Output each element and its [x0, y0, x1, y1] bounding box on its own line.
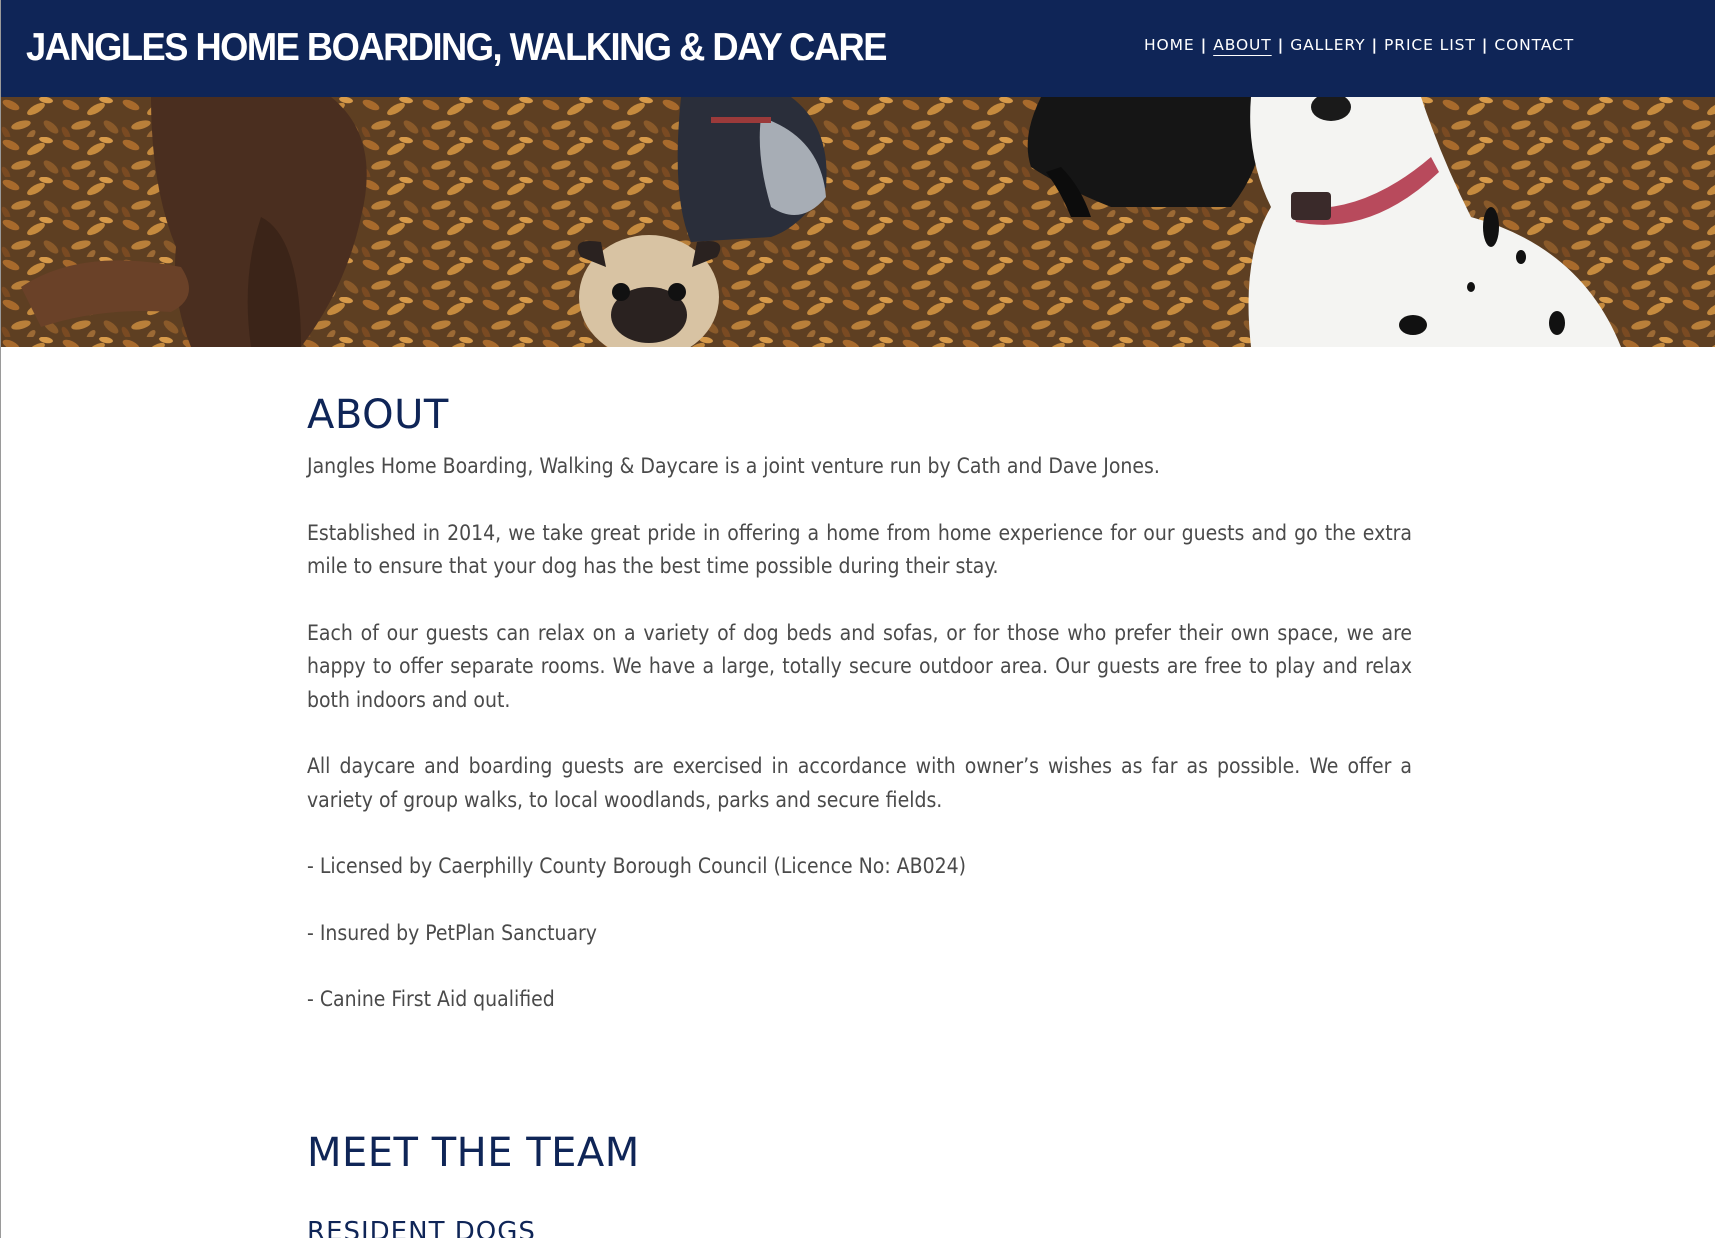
- nav-price-list[interactable]: PRICE LIST: [1384, 36, 1476, 54]
- nav-about[interactable]: ABOUT: [1213, 36, 1271, 54]
- nav-home[interactable]: HOME: [1144, 36, 1195, 54]
- site-title[interactable]: JANGLES HOME BOARDING, WALKING & DAY CAR…: [26, 22, 887, 74]
- nav-contact[interactable]: CONTACT: [1494, 36, 1574, 54]
- nav-separator: |: [1277, 36, 1285, 54]
- banner-image: [1, 97, 1715, 347]
- nav-gallery[interactable]: GALLERY: [1290, 36, 1365, 54]
- about-heading: ABOUT: [307, 392, 449, 438]
- insurance-item: - Insured by PetPlan Sanctuary: [307, 920, 597, 945]
- site-header: JANGLES HOME BOARDING, WALKING & DAY CAR…: [1, 0, 1715, 97]
- dogs-photo-icon: [1, 97, 1715, 347]
- main-nav: HOME | ABOUT | GALLERY | PRICE LIST | CO…: [1144, 36, 1574, 54]
- about-paragraph: All daycare and boarding guests are exer…: [307, 754, 1412, 812]
- about-paragraph: Jangles Home Boarding, Walking & Daycare…: [307, 454, 1160, 478]
- about-paragraph: Established in 2014, we take great pride…: [307, 520, 1412, 579]
- nav-separator: |: [1200, 36, 1208, 54]
- nav-separator: |: [1371, 36, 1379, 54]
- meet-the-team-heading: MEET THE TEAM: [307, 1130, 640, 1176]
- licence-item: - Licensed by Caerphilly County Borough …: [307, 854, 966, 878]
- nav-separator: |: [1481, 36, 1489, 54]
- first-aid-item: - Canine First Aid qualified: [307, 987, 555, 1011]
- page: JANGLES HOME BOARDING, WALKING & DAY CAR…: [0, 0, 1715, 1238]
- resident-dogs-heading: RESIDENT DOGS: [307, 1217, 536, 1238]
- about-paragraph: Each of our guests can relax on a variet…: [307, 620, 1412, 712]
- about-section: ABOUT Jangles Home Boarding, Walking & D…: [307, 390, 1412, 1017]
